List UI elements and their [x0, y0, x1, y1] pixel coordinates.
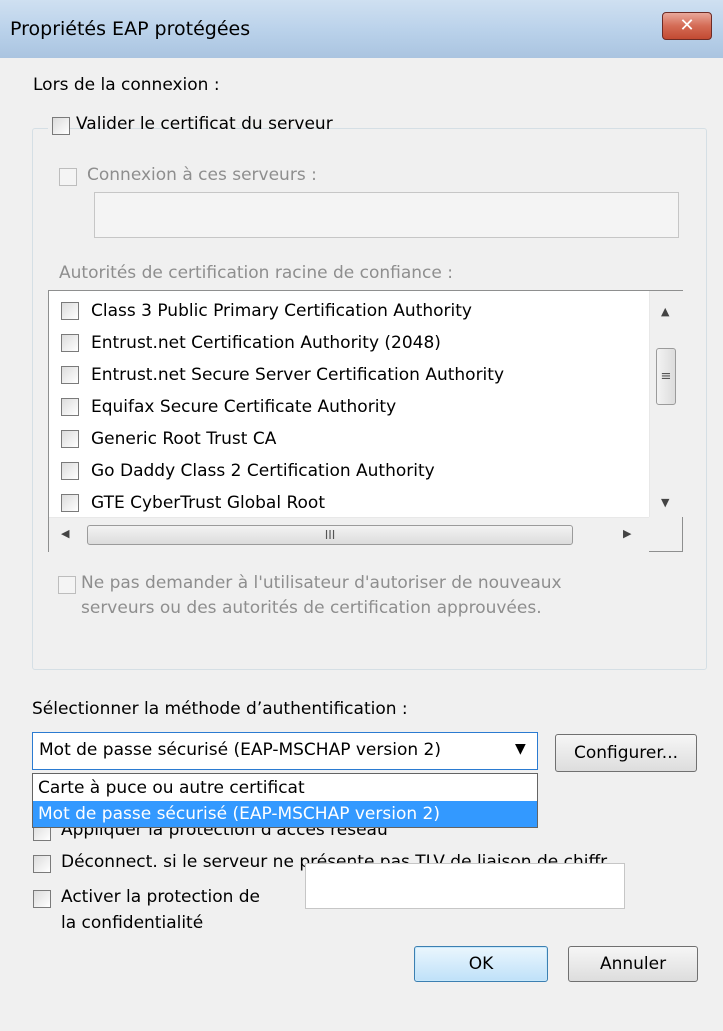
chevron-down-icon[interactable]: ▼: [515, 741, 526, 757]
ca-item-label: Class 3 Public Primary Certification Aut…: [91, 301, 472, 321]
privacy-label-line2: la confidentialité: [61, 913, 204, 933]
ok-button[interactable]: OK: [414, 946, 548, 982]
connect-servers-checkbox[interactable]: [59, 168, 77, 186]
ca-item-checkbox[interactable]: [61, 398, 79, 416]
dropdown-option[interactable]: Carte à puce ou autre certificat: [33, 775, 537, 801]
configure-button[interactable]: Configurer...: [555, 734, 697, 772]
ca-item-checkbox[interactable]: [61, 334, 79, 352]
dropdown-option-label: Carte à puce ou autre certificat: [38, 778, 305, 798]
close-button[interactable]: ✕: [662, 12, 712, 40]
auth-method-dropdown-list[interactable]: Carte à puce ou autre certificat Mot de …: [32, 773, 538, 828]
auth-method-heading: Sélectionner la méthode d’authentificati…: [32, 699, 408, 719]
privacy-label-line1: Activer la protection de: [61, 887, 261, 907]
auth-method-select[interactable]: Mot de passe sécurisé (EAP-MSCHAP versio…: [32, 732, 538, 770]
validate-cert-label: Valider le certificat du serveur: [76, 114, 333, 134]
horizontal-scrollbar[interactable]: ◀ III ▶: [49, 517, 649, 552]
window-title: Propriétés EAP protégées: [10, 18, 251, 40]
no-prompt-label-line2: serveurs ou des autorités de certificati…: [81, 598, 542, 618]
ca-item-label: Equifax Secure Certificate Authority: [91, 397, 397, 417]
servers-input[interactable]: [94, 192, 679, 238]
ca-item-label: Entrust.net Secure Server Certification …: [91, 365, 505, 385]
vertical-scrollbar[interactable]: ▲ ≡ ▼: [649, 291, 683, 517]
grip-icon: ≡: [660, 369, 672, 384]
title-bar[interactable]: Propriétés EAP protégées ✕: [0, 0, 723, 58]
ca-item-checkbox[interactable]: [61, 302, 79, 320]
validate-cert-checkbox[interactable]: [52, 117, 70, 135]
grip-icon: III: [324, 528, 336, 542]
horizontal-scroll-thumb[interactable]: III: [87, 525, 573, 545]
ca-item-label: Go Daddy Class 2 Certification Authority: [91, 461, 435, 481]
ca-item-label: GTE CyberTrust Global Root: [91, 493, 325, 513]
scroll-down-icon[interactable]: ▼: [661, 496, 669, 509]
no-prompt-checkbox[interactable]: [58, 576, 76, 594]
connection-heading: Lors de la connexion :: [33, 75, 220, 95]
connect-servers-label: Connexion à ces serveurs :: [87, 165, 317, 185]
trusted-ca-list[interactable]: Class 3 Public Primary Certification Aut…: [48, 290, 683, 552]
dropdown-option-selected[interactable]: Mot de passe sécurisé (EAP-MSCHAP versio…: [33, 801, 537, 827]
eap-properties-dialog: Propriétés EAP protégées ✕ Lors de la co…: [0, 0, 723, 1031]
ca-item-checkbox[interactable]: [61, 494, 79, 512]
ca-item-checkbox[interactable]: [61, 462, 79, 480]
trusted-ca-heading: Autorités de certification racine de con…: [59, 263, 453, 283]
validate-cert-option[interactable]: Valider le certificat du serveur: [48, 112, 333, 138]
ca-item-checkbox[interactable]: [61, 430, 79, 448]
dropdown-option-label: Mot de passe sécurisé (EAP-MSCHAP versio…: [38, 804, 440, 824]
ca-item-label: Generic Root Trust CA: [91, 429, 277, 449]
vertical-scroll-thumb[interactable]: ≡: [656, 348, 676, 405]
privacy-identity-input[interactable]: [305, 863, 625, 909]
disconnect-tlv-checkbox[interactable]: [33, 855, 51, 873]
close-icon: ✕: [679, 15, 695, 36]
scroll-right-icon[interactable]: ▶: [623, 527, 631, 540]
scroll-up-icon[interactable]: ▲: [661, 305, 669, 318]
ca-item-checkbox[interactable]: [61, 366, 79, 384]
privacy-checkbox[interactable]: [33, 890, 51, 908]
scrollbar-corner: [649, 517, 682, 551]
scroll-left-icon[interactable]: ◀: [61, 527, 69, 540]
cancel-button[interactable]: Annuler: [568, 946, 698, 982]
ca-item-label: Entrust.net Certification Authority (204…: [91, 333, 441, 353]
auth-method-selected: Mot de passe sécurisé (EAP-MSCHAP versio…: [39, 740, 441, 760]
no-prompt-label-line1: Ne pas demander à l'utilisateur d'autori…: [81, 573, 562, 593]
